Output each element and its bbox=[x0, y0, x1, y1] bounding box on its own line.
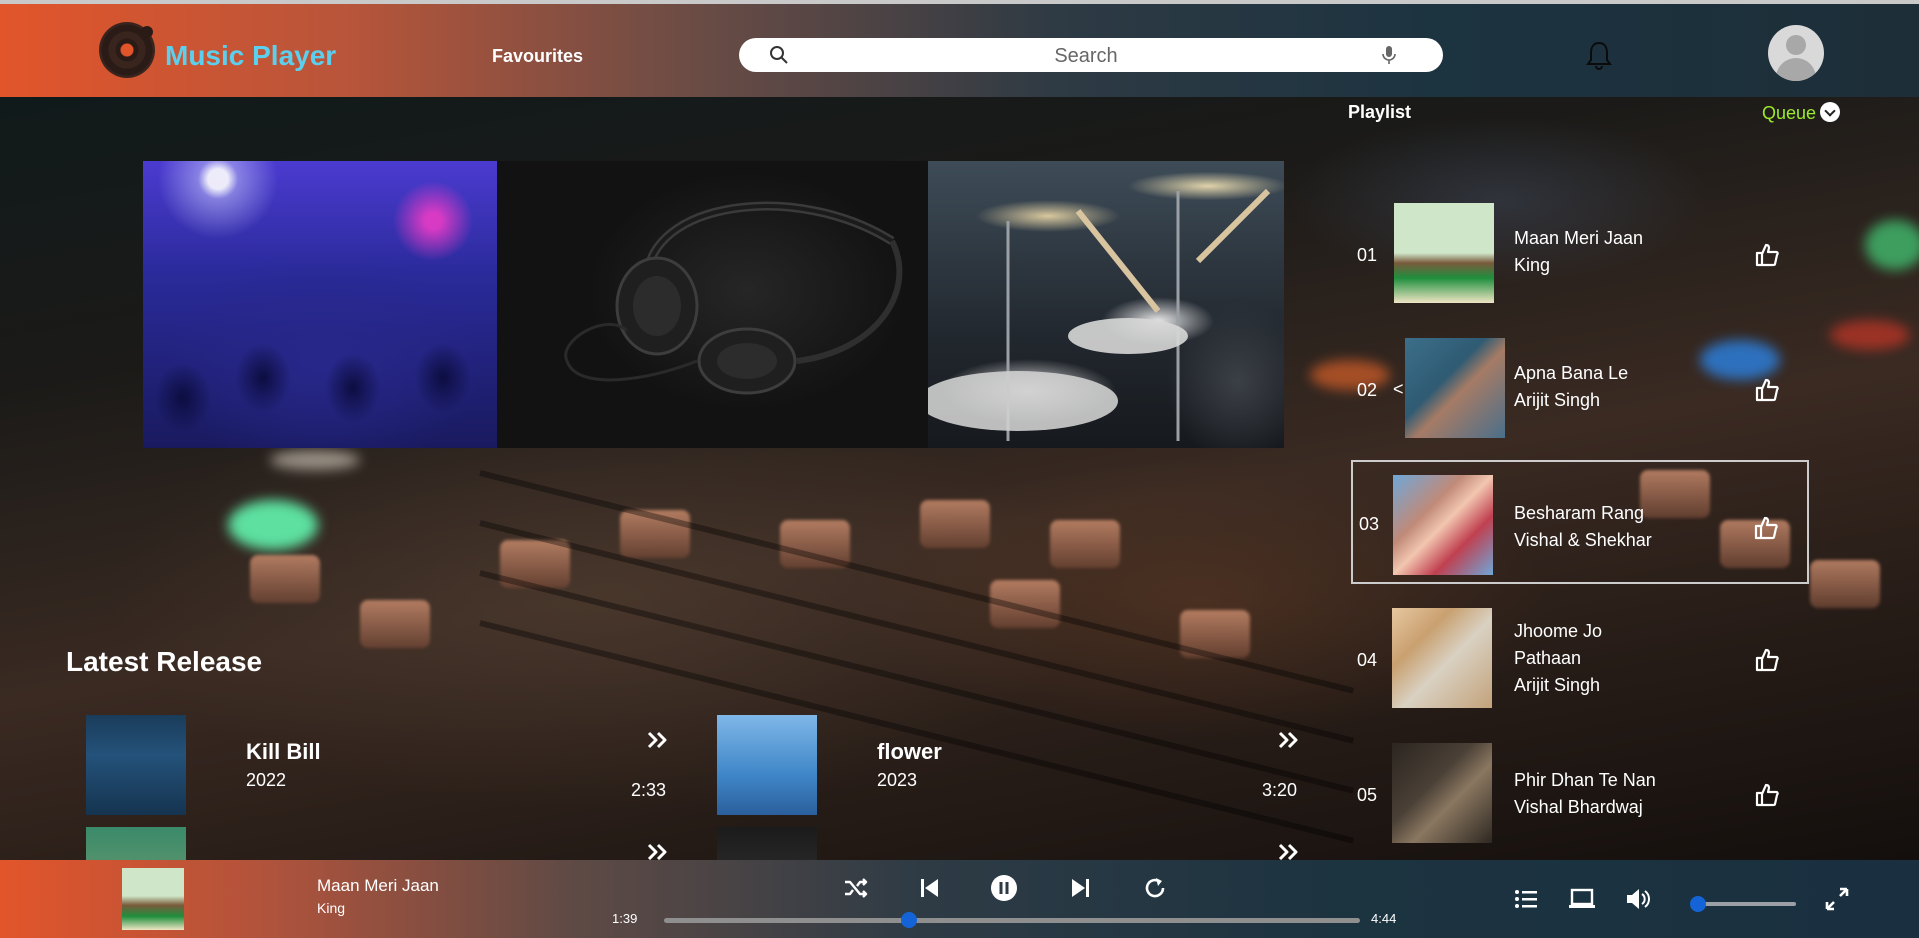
thumbs-up-icon[interactable] bbox=[1754, 782, 1780, 808]
track-info: Jhoome Jo Pathaan Arijit Singh bbox=[1514, 618, 1602, 699]
track-title: Besharam Rang bbox=[1514, 503, 1645, 523]
track-info: Maan Meri Jaan King bbox=[1514, 225, 1643, 279]
thumbs-up-icon[interactable] bbox=[1754, 377, 1780, 403]
track-title: Phir Dhan Te Nan bbox=[1514, 770, 1656, 790]
volume-slider[interactable] bbox=[1690, 896, 1796, 912]
release-duration: 2:33 bbox=[631, 780, 667, 800]
app-title: Music Player bbox=[165, 40, 337, 71]
track-info: Besharam Rang Vishal & Shekhar bbox=[1514, 500, 1652, 554]
search-input[interactable] bbox=[799, 38, 1373, 74]
fast-forward-icon[interactable] bbox=[647, 843, 669, 860]
track-title: Maan Meri Jaan bbox=[1514, 228, 1644, 248]
playlist-row[interactable]: 02 Apna Bana Le Arijit Singh bbox=[1352, 330, 1807, 454]
track-number: 04 bbox=[1357, 650, 1378, 670]
top-header: Music Player Favourites bbox=[0, 0, 1919, 97]
carousel-slide-headphones[interactable] bbox=[497, 161, 928, 448]
pause-icon[interactable] bbox=[990, 874, 1018, 902]
carousel-slide-drums[interactable] bbox=[928, 161, 1284, 448]
crowd-silhouettes bbox=[143, 278, 497, 448]
release-card[interactable]: Kill Bill 2022 2:33 bbox=[86, 715, 686, 815]
track-number: 05 bbox=[1357, 785, 1378, 805]
track-title: Jhoome Jo bbox=[1514, 621, 1603, 641]
next-track-icon[interactable] bbox=[1066, 874, 1094, 902]
track-artist: Vishal Bhardwaj bbox=[1514, 797, 1643, 817]
playlist-row[interactable]: 01 Maan Meri Jaan King bbox=[1352, 195, 1807, 319]
track-info: Apna Bana Le Arijit Singh bbox=[1514, 360, 1628, 414]
playlist-row-active[interactable]: 03 Besharam Rang Vishal & Shekhar bbox=[1351, 460, 1809, 584]
playlist-row[interactable]: 04 Jhoome Jo Pathaan Arijit Singh bbox=[1352, 600, 1807, 724]
track-cover-image bbox=[1394, 203, 1494, 303]
queue-label: Queue bbox=[1762, 103, 1817, 123]
search-bar bbox=[739, 38, 1443, 74]
release-year: 2023 bbox=[877, 770, 918, 790]
volume-icon[interactable] bbox=[1624, 886, 1652, 912]
volume-knob[interactable] bbox=[1690, 896, 1706, 912]
track-cover-image bbox=[1392, 743, 1492, 843]
headphones-illustration bbox=[564, 201, 903, 395]
release-title: Kill Bill bbox=[246, 739, 321, 764]
thumbs-up-icon[interactable] bbox=[1753, 515, 1779, 541]
avatar-head-shape bbox=[1786, 35, 1806, 55]
release-duration: 3:20 bbox=[1262, 780, 1298, 800]
track-number: 01 bbox=[1357, 245, 1378, 265]
user-avatar[interactable] bbox=[1768, 25, 1824, 81]
fast-forward-icon[interactable] bbox=[647, 731, 669, 749]
track-cover-image bbox=[1405, 338, 1505, 438]
track-number: 03 bbox=[1359, 514, 1380, 534]
now-playing-title: Maan Meri Jaan bbox=[317, 876, 439, 895]
fast-forward-icon[interactable] bbox=[1278, 843, 1300, 860]
track-artist: Arijit Singh bbox=[1514, 675, 1601, 695]
fast-forward-icon[interactable] bbox=[1278, 731, 1300, 749]
search-icon[interactable] bbox=[769, 45, 789, 65]
playlist-heading[interactable]: Playlist bbox=[1348, 102, 1411, 123]
track-artist: Vishal & Shekhar bbox=[1514, 530, 1652, 550]
track-artist: King bbox=[1514, 255, 1551, 275]
mic-icon[interactable] bbox=[1379, 45, 1399, 65]
queue-dropdown[interactable]: Queue bbox=[1762, 102, 1841, 124]
thumbs-up-icon[interactable] bbox=[1754, 242, 1780, 268]
release-year: 2022 bbox=[246, 770, 287, 790]
nav-favourites-link[interactable]: Favourites bbox=[492, 46, 583, 67]
release-title: flower bbox=[877, 739, 942, 764]
release-card[interactable]: flower 2023 3:20 bbox=[717, 715, 1317, 815]
thumbs-up-icon[interactable] bbox=[1754, 647, 1780, 673]
carousel-prev-arrow[interactable]: < bbox=[1393, 379, 1404, 400]
drum-kit-illustration bbox=[928, 188, 1271, 441]
carousel-slide-concert[interactable] bbox=[143, 161, 497, 448]
progress-knob[interactable] bbox=[900, 912, 917, 928]
track-album: Pathaan bbox=[1514, 648, 1582, 668]
progress-bar[interactable] bbox=[664, 912, 1360, 928]
track-number: 02 bbox=[1357, 380, 1378, 400]
track-cover-image bbox=[1392, 608, 1492, 708]
chevron-down-icon bbox=[1820, 102, 1841, 122]
now-playing-cover bbox=[122, 868, 184, 930]
previous-track-icon[interactable] bbox=[916, 874, 944, 902]
queue-list-icon[interactable] bbox=[1513, 886, 1539, 912]
now-playing-artist: King bbox=[317, 900, 346, 916]
track-cover-image bbox=[1393, 475, 1493, 575]
latest-release-heading: Latest Release bbox=[66, 646, 263, 677]
fullscreen-icon[interactable] bbox=[1824, 886, 1850, 912]
repeat-icon[interactable] bbox=[1141, 874, 1169, 902]
track-title: Apna Bana Le bbox=[1514, 363, 1629, 383]
total-time: 4:44 bbox=[1371, 911, 1397, 926]
notification-bell-icon[interactable] bbox=[1585, 40, 1613, 70]
elapsed-time: 1:39 bbox=[612, 911, 638, 926]
featured-carousel[interactable] bbox=[143, 161, 1284, 448]
release-card-partial[interactable] bbox=[717, 827, 1317, 860]
playlist-row[interactable]: 05 Phir Dhan Te Nan Vishal Bhardwaj bbox=[1352, 735, 1807, 859]
release-cover-image bbox=[86, 827, 186, 860]
release-cover-image bbox=[717, 715, 817, 815]
release-cover-image bbox=[717, 827, 817, 860]
release-cover-image bbox=[86, 715, 186, 815]
vinyl-logo-icon bbox=[99, 22, 155, 78]
avatar-body-shape bbox=[1776, 58, 1816, 81]
player-bar: Maan Meri Jaan King 1:39 4:44 bbox=[0, 860, 1919, 938]
track-info: Phir Dhan Te Nan Vishal Bhardwaj bbox=[1514, 767, 1656, 821]
release-card-partial[interactable] bbox=[86, 827, 686, 860]
cast-device-icon[interactable] bbox=[1568, 886, 1596, 912]
track-artist: Arijit Singh bbox=[1514, 390, 1601, 410]
shuffle-icon[interactable] bbox=[842, 874, 870, 902]
